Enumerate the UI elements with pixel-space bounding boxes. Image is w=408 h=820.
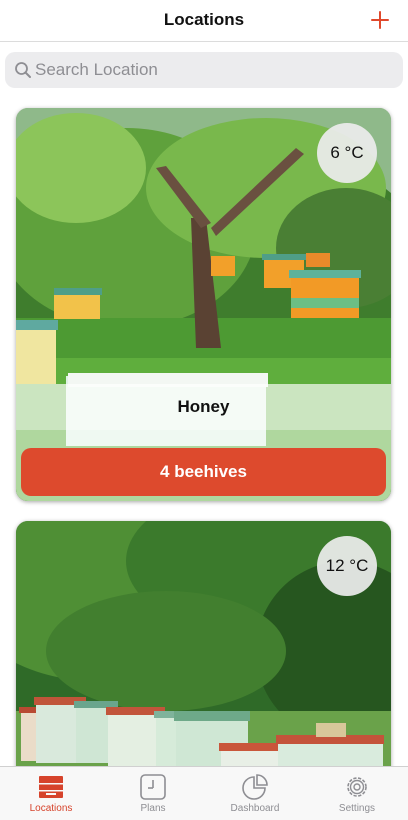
location-card[interactable]: 12 °C xyxy=(16,521,391,781)
search-bar[interactable] xyxy=(5,52,403,88)
navigation-bar: Locations xyxy=(0,0,408,42)
page-title: Locations xyxy=(163,10,245,29)
tab-label: Plans xyxy=(140,803,166,814)
tab-label: Settings xyxy=(338,803,376,814)
beehives-button[interactable]: 4 beehives xyxy=(21,448,386,496)
beehive-box-icon xyxy=(39,776,63,798)
search-icon xyxy=(15,62,31,78)
temperature-badge: 12 °C xyxy=(317,536,377,596)
tab-label: Locations xyxy=(29,803,73,814)
tab-locations[interactable]: Locations xyxy=(0,767,102,820)
location-card[interactable]: 6 °C Honey 4 beehives xyxy=(16,108,391,501)
search-input[interactable] xyxy=(35,52,395,88)
tab-dashboard[interactable]: Dashboard xyxy=(204,767,306,820)
clock-icon xyxy=(140,774,166,800)
add-location-button[interactable] xyxy=(366,6,394,34)
temperature-badge: 6 °C xyxy=(317,123,377,183)
tab-bar: Locations Plans Dashboard Settings xyxy=(0,766,408,820)
pie-chart-icon xyxy=(242,774,268,800)
tab-label: Dashboard xyxy=(230,803,280,814)
gear-icon xyxy=(347,777,367,797)
location-name: Honey xyxy=(16,384,391,430)
tab-settings[interactable]: Settings xyxy=(306,767,408,820)
tab-plans[interactable]: Plans xyxy=(102,767,204,820)
